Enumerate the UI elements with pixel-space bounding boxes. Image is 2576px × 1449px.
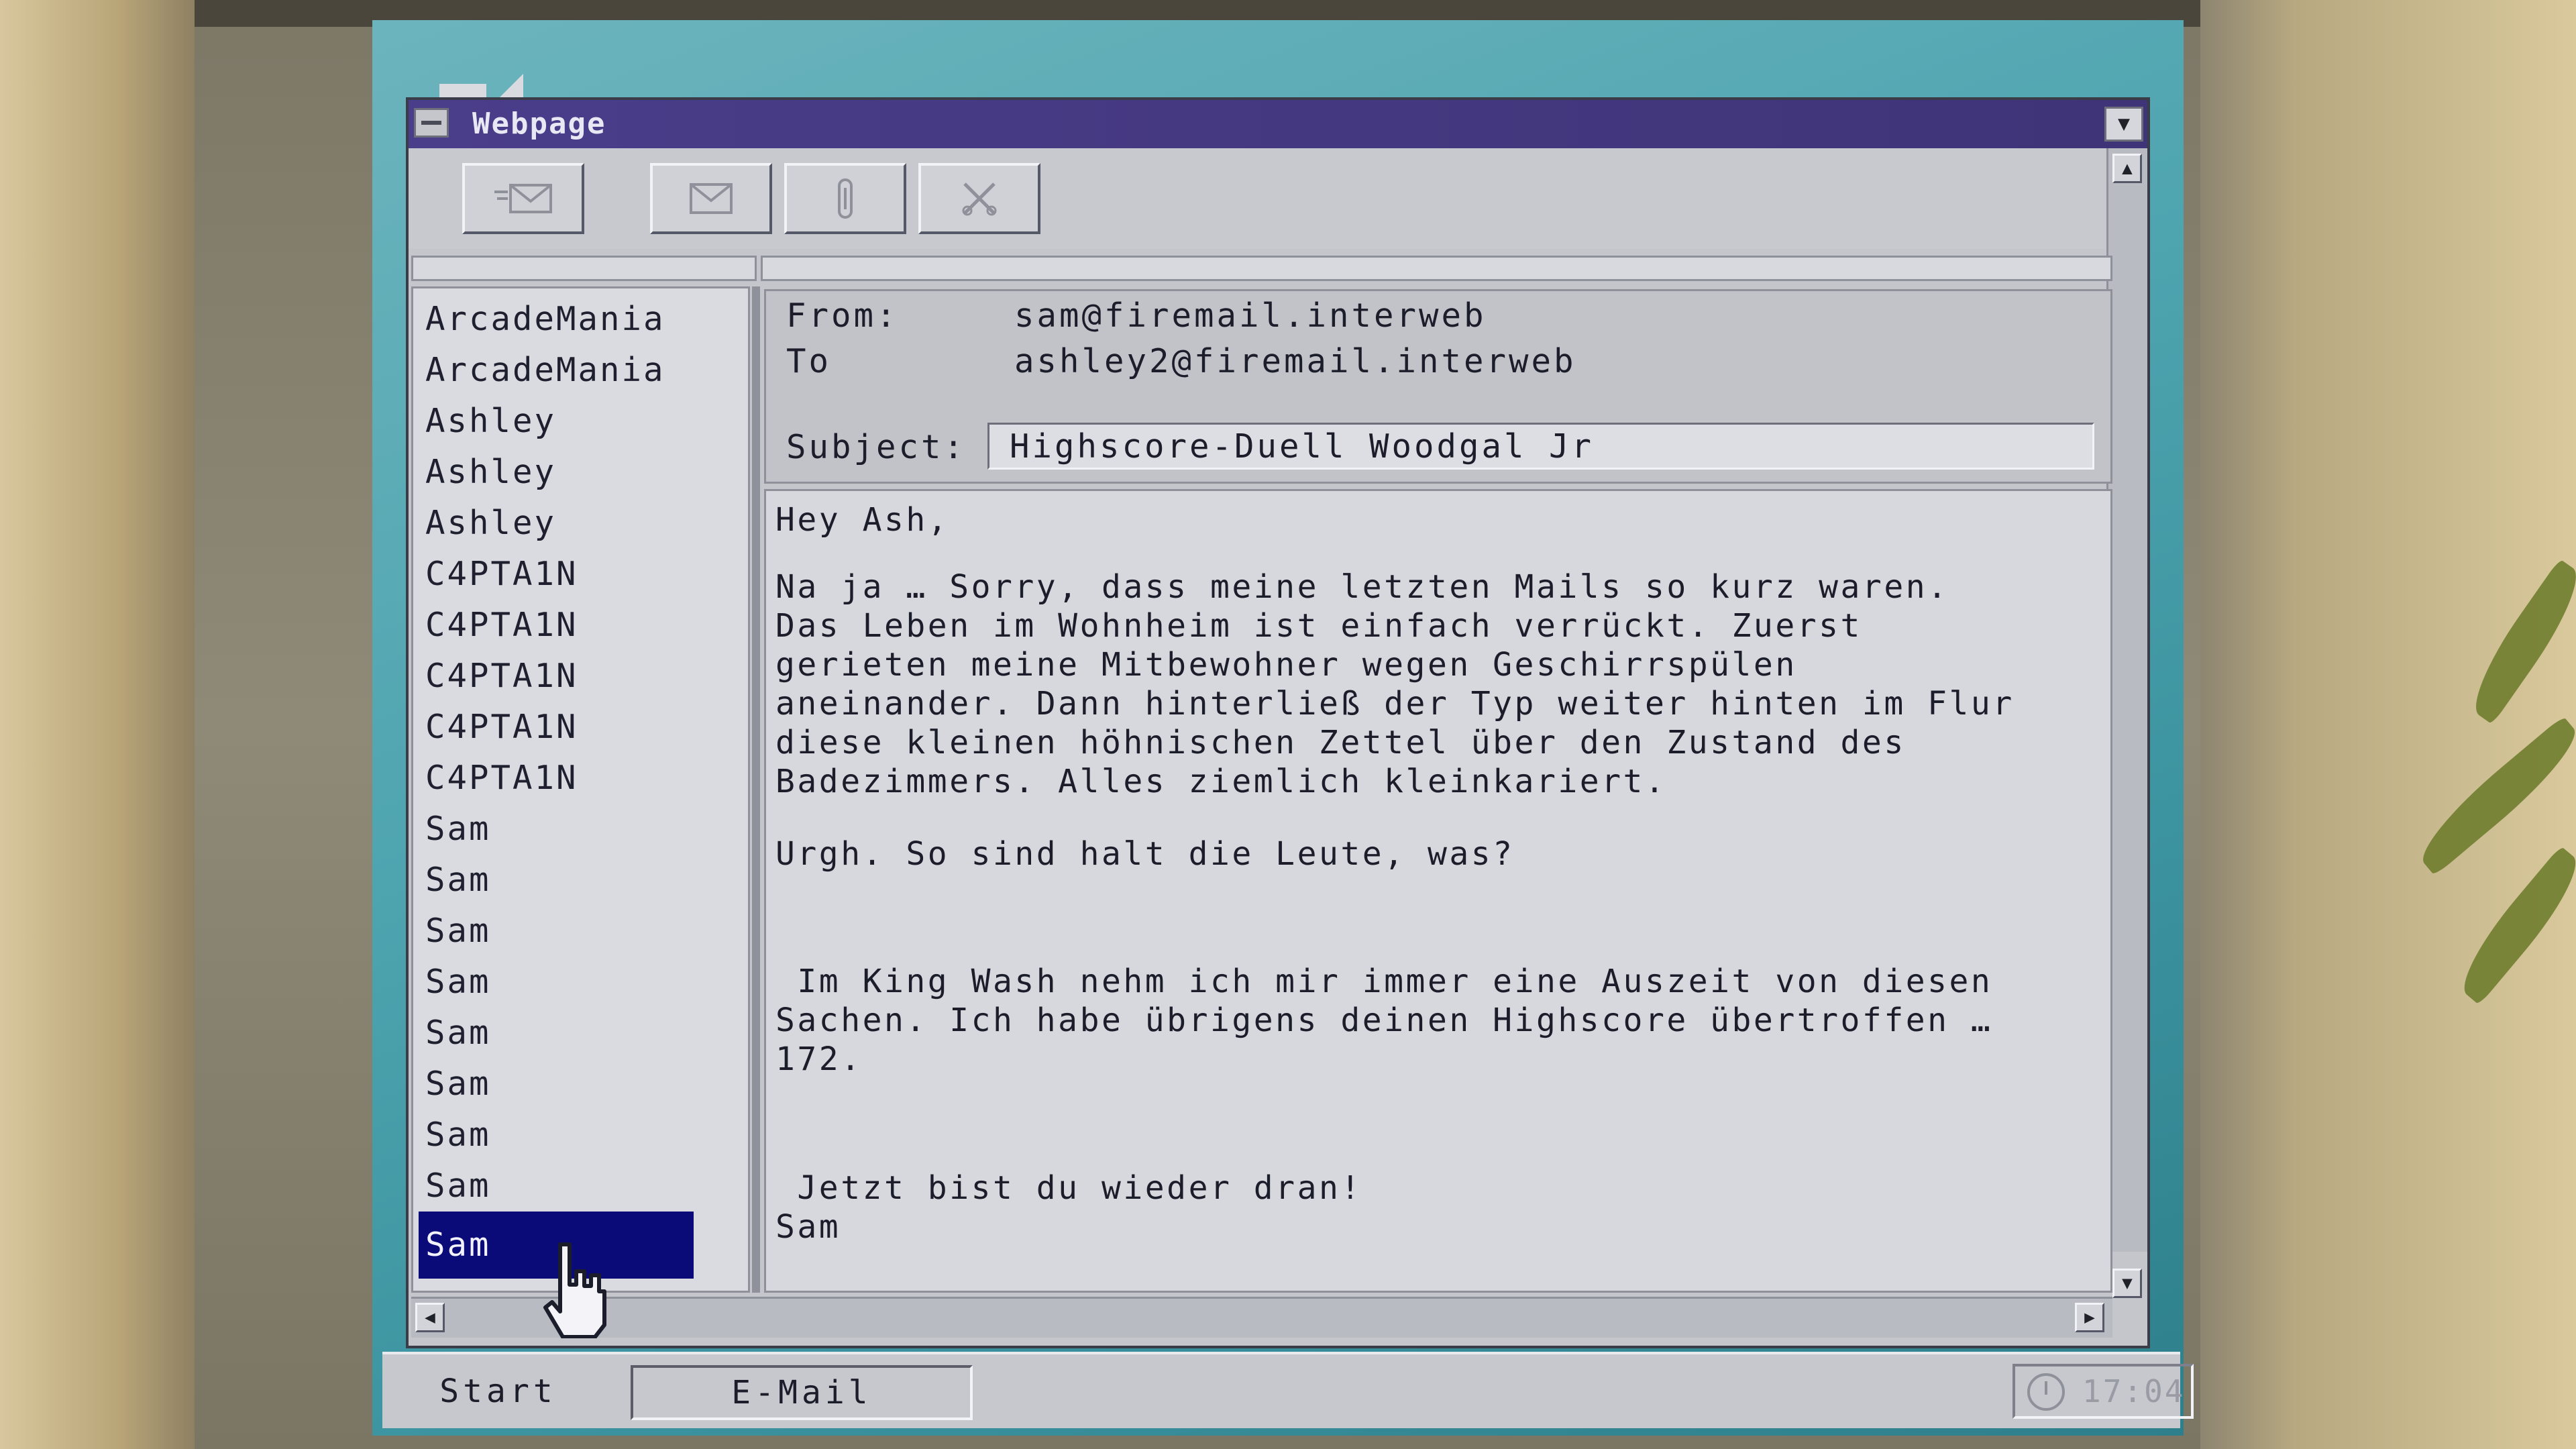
- room-wall-right: [2200, 0, 2576, 1449]
- room-wall-left: [0, 0, 195, 1449]
- scroll-down-button[interactable]: ▼: [2112, 1269, 2142, 1298]
- message-body[interactable]: Hey Ash, Na ja … Sorry, dass meine letzt…: [764, 489, 2112, 1293]
- list-column-header[interactable]: [411, 256, 757, 281]
- to-value: ashley2@firemail.interweb: [1014, 342, 1576, 380]
- toolbar: [409, 148, 2112, 249]
- plant-leaf: [2459, 558, 2576, 725]
- vertical-scrollbar[interactable]: ▲ ▼: [2106, 148, 2147, 1298]
- mail-window: Webpage ▼ ▲ ▼ ArcadeMania ArcadeMania As…: [406, 97, 2150, 1348]
- window-title: Webpage: [472, 107, 606, 141]
- list-item[interactable]: Ashley: [419, 498, 694, 549]
- clock-icon: [2027, 1373, 2065, 1411]
- list-item[interactable]: Sam: [419, 1110, 694, 1161]
- body-paragraph: Im King Wash nehm ich mir immer eine Aus…: [775, 963, 1993, 1078]
- subject-value: Highscore-Duell Woodgal Jr: [1010, 427, 1595, 466]
- body-greeting: Hey Ash,: [775, 501, 950, 539]
- list-item[interactable]: Sam: [419, 804, 694, 855]
- start-button[interactable]: Start: [382, 1361, 614, 1421]
- from-value: sam@firemail.interweb: [1014, 297, 1487, 335]
- scroll-right-button[interactable]: ▶: [2075, 1303, 2104, 1332]
- list-item[interactable]: Sam: [419, 906, 694, 957]
- hand-cursor-icon: [543, 1242, 606, 1338]
- message-header: From: sam@firemail.interweb To ashley2@f…: [764, 289, 2112, 484]
- list-item[interactable]: Ashley: [419, 447, 694, 498]
- list-item[interactable]: C4PTA1N: [419, 651, 694, 702]
- compose-mail-icon: [494, 184, 552, 213]
- subject-label: Subject:: [786, 428, 967, 466]
- inbox-button[interactable]: [650, 163, 772, 234]
- to-label: To: [786, 342, 832, 380]
- body-paragraph: Urgh. So sind halt die Leute, was?: [775, 835, 1515, 873]
- list-item[interactable]: Sam: [419, 1161, 694, 1212]
- plant-leaf: [2448, 845, 2576, 1006]
- compose-button[interactable]: [462, 163, 584, 234]
- list-item[interactable]: Sam: [419, 957, 694, 1008]
- list-item[interactable]: C4PTA1N: [419, 753, 694, 804]
- list-item[interactable]: ArcadeMania: [419, 294, 694, 345]
- delete-button[interactable]: [918, 163, 1040, 234]
- minimize-button[interactable]: ▼: [2104, 107, 2143, 142]
- list-item[interactable]: Sam: [419, 855, 694, 906]
- system-menu-button[interactable]: [414, 108, 449, 138]
- subject-field[interactable]: Highscore-Duell Woodgal Jr: [987, 423, 2094, 470]
- scroll-up-button[interactable]: ▲: [2112, 154, 2142, 183]
- mail-icon: [690, 183, 733, 214]
- list-item[interactable]: ArcadeMania: [419, 345, 694, 396]
- list-item[interactable]: C4PTA1N: [419, 549, 694, 600]
- from-label: From:: [786, 297, 899, 335]
- taskbar: Start E-Mail 17:04: [382, 1352, 2194, 1428]
- attach-button[interactable]: [784, 163, 906, 234]
- list-item[interactable]: Ashley: [419, 396, 694, 447]
- pane-splitter[interactable]: [752, 286, 760, 1293]
- message-column-header[interactable]: [761, 256, 2112, 281]
- delete-icon: [962, 182, 997, 216]
- body-signoff: Jetzt bist du wieder dran! Sam: [775, 1169, 1362, 1246]
- list-item[interactable]: Sam: [419, 1059, 694, 1110]
- clock: 17:04: [2082, 1373, 2186, 1409]
- system-tray: 17:04: [2012, 1364, 2194, 1419]
- plant-leaf: [2408, 716, 2576, 876]
- body-paragraph: Na ja … Sorry, dass meine letzten Mails …: [775, 568, 2015, 800]
- sender-list: ArcadeMania ArcadeMania Ashley Ashley As…: [411, 286, 750, 1293]
- horizontal-scrollbar[interactable]: ◀ ▶: [411, 1297, 2112, 1338]
- list-item[interactable]: Sam: [419, 1008, 694, 1059]
- paperclip-icon: [838, 178, 853, 219]
- taskbar-mail-button[interactable]: E-Mail: [631, 1365, 973, 1420]
- list-item[interactable]: C4PTA1N: [419, 600, 694, 651]
- scroll-left-button[interactable]: ◀: [415, 1303, 445, 1332]
- title-bar: Webpage ▼: [409, 100, 2147, 148]
- list-item[interactable]: C4PTA1N: [419, 702, 694, 753]
